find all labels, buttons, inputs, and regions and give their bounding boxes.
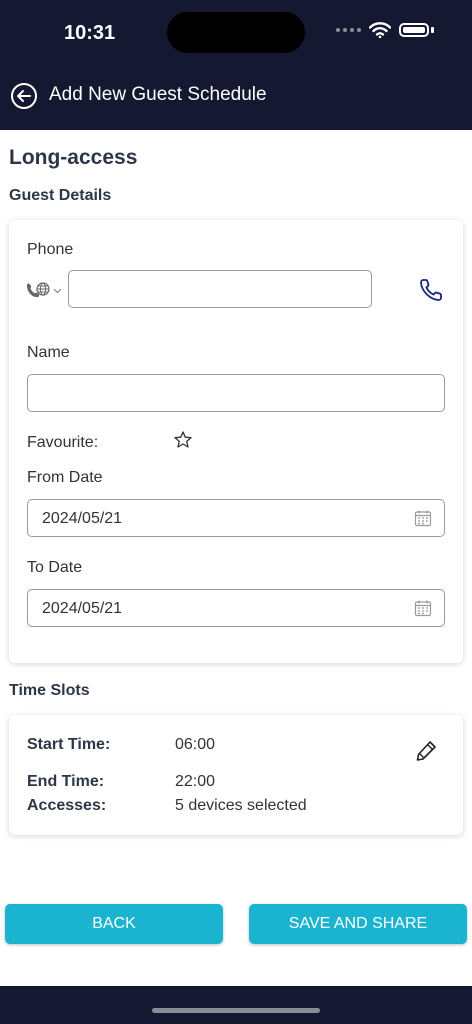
status-icons bbox=[336, 22, 434, 38]
status-time: 10:31 bbox=[64, 22, 116, 44]
accesses-label: Accesses: bbox=[27, 797, 107, 814]
status-bar: 10:31 bbox=[0, 0, 472, 70]
signal-icon bbox=[336, 28, 361, 32]
favourite-label: Favourite: bbox=[27, 434, 99, 451]
time-slot-card[interactable]: Start Time: 06:00 End Time: 22:00 Access… bbox=[9, 715, 463, 835]
edit-pencil-icon[interactable] bbox=[414, 739, 438, 763]
name-label: Name bbox=[27, 344, 70, 361]
from-date-label: From Date bbox=[27, 469, 103, 486]
back-arrow-icon[interactable] bbox=[10, 82, 38, 110]
home-bar bbox=[0, 986, 472, 1024]
name-input[interactable] bbox=[27, 374, 445, 412]
phone-call-icon[interactable] bbox=[418, 277, 444, 303]
guest-details-card: Phone Name Favourite: From Date 2024/05/… bbox=[9, 220, 463, 663]
battery-tip bbox=[431, 27, 434, 33]
start-time-label: Start Time: bbox=[27, 736, 111, 753]
to-date-label: To Date bbox=[27, 559, 83, 576]
from-date-field[interactable]: 2024/05/21 bbox=[27, 499, 445, 537]
to-date-field[interactable]: 2024/05/21 bbox=[27, 589, 445, 627]
time-slots-title: Time Slots bbox=[9, 682, 90, 699]
phone-label: Phone bbox=[27, 241, 74, 258]
star-icon[interactable] bbox=[173, 430, 193, 450]
dynamic-island bbox=[167, 12, 305, 53]
country-code-selector[interactable] bbox=[25, 280, 65, 302]
end-time-value: 22:00 bbox=[175, 773, 216, 790]
page-title: Long-access bbox=[9, 146, 138, 169]
back-button[interactable]: BACK bbox=[5, 904, 223, 944]
app-header: Add New Guest Schedule bbox=[0, 70, 472, 130]
accesses-value: 5 devices selected bbox=[175, 797, 307, 814]
header-title: Add New Guest Schedule bbox=[49, 84, 267, 105]
phone-globe-icon bbox=[26, 282, 50, 298]
save-and-share-button[interactable]: SAVE AND SHARE bbox=[249, 904, 467, 944]
chevron-down-icon bbox=[53, 288, 62, 294]
home-indicator[interactable] bbox=[152, 1008, 320, 1013]
calendar-icon[interactable] bbox=[414, 509, 432, 527]
end-time-label: End Time: bbox=[27, 773, 105, 790]
guest-details-title: Guest Details bbox=[9, 187, 112, 204]
wifi-icon bbox=[369, 22, 391, 38]
to-date-value: 2024/05/21 bbox=[42, 600, 123, 617]
from-date-value: 2024/05/21 bbox=[42, 510, 123, 527]
battery-icon bbox=[399, 23, 429, 37]
start-time-value: 06:00 bbox=[175, 736, 216, 753]
phone-input[interactable] bbox=[68, 270, 372, 308]
calendar-icon[interactable] bbox=[414, 599, 432, 617]
